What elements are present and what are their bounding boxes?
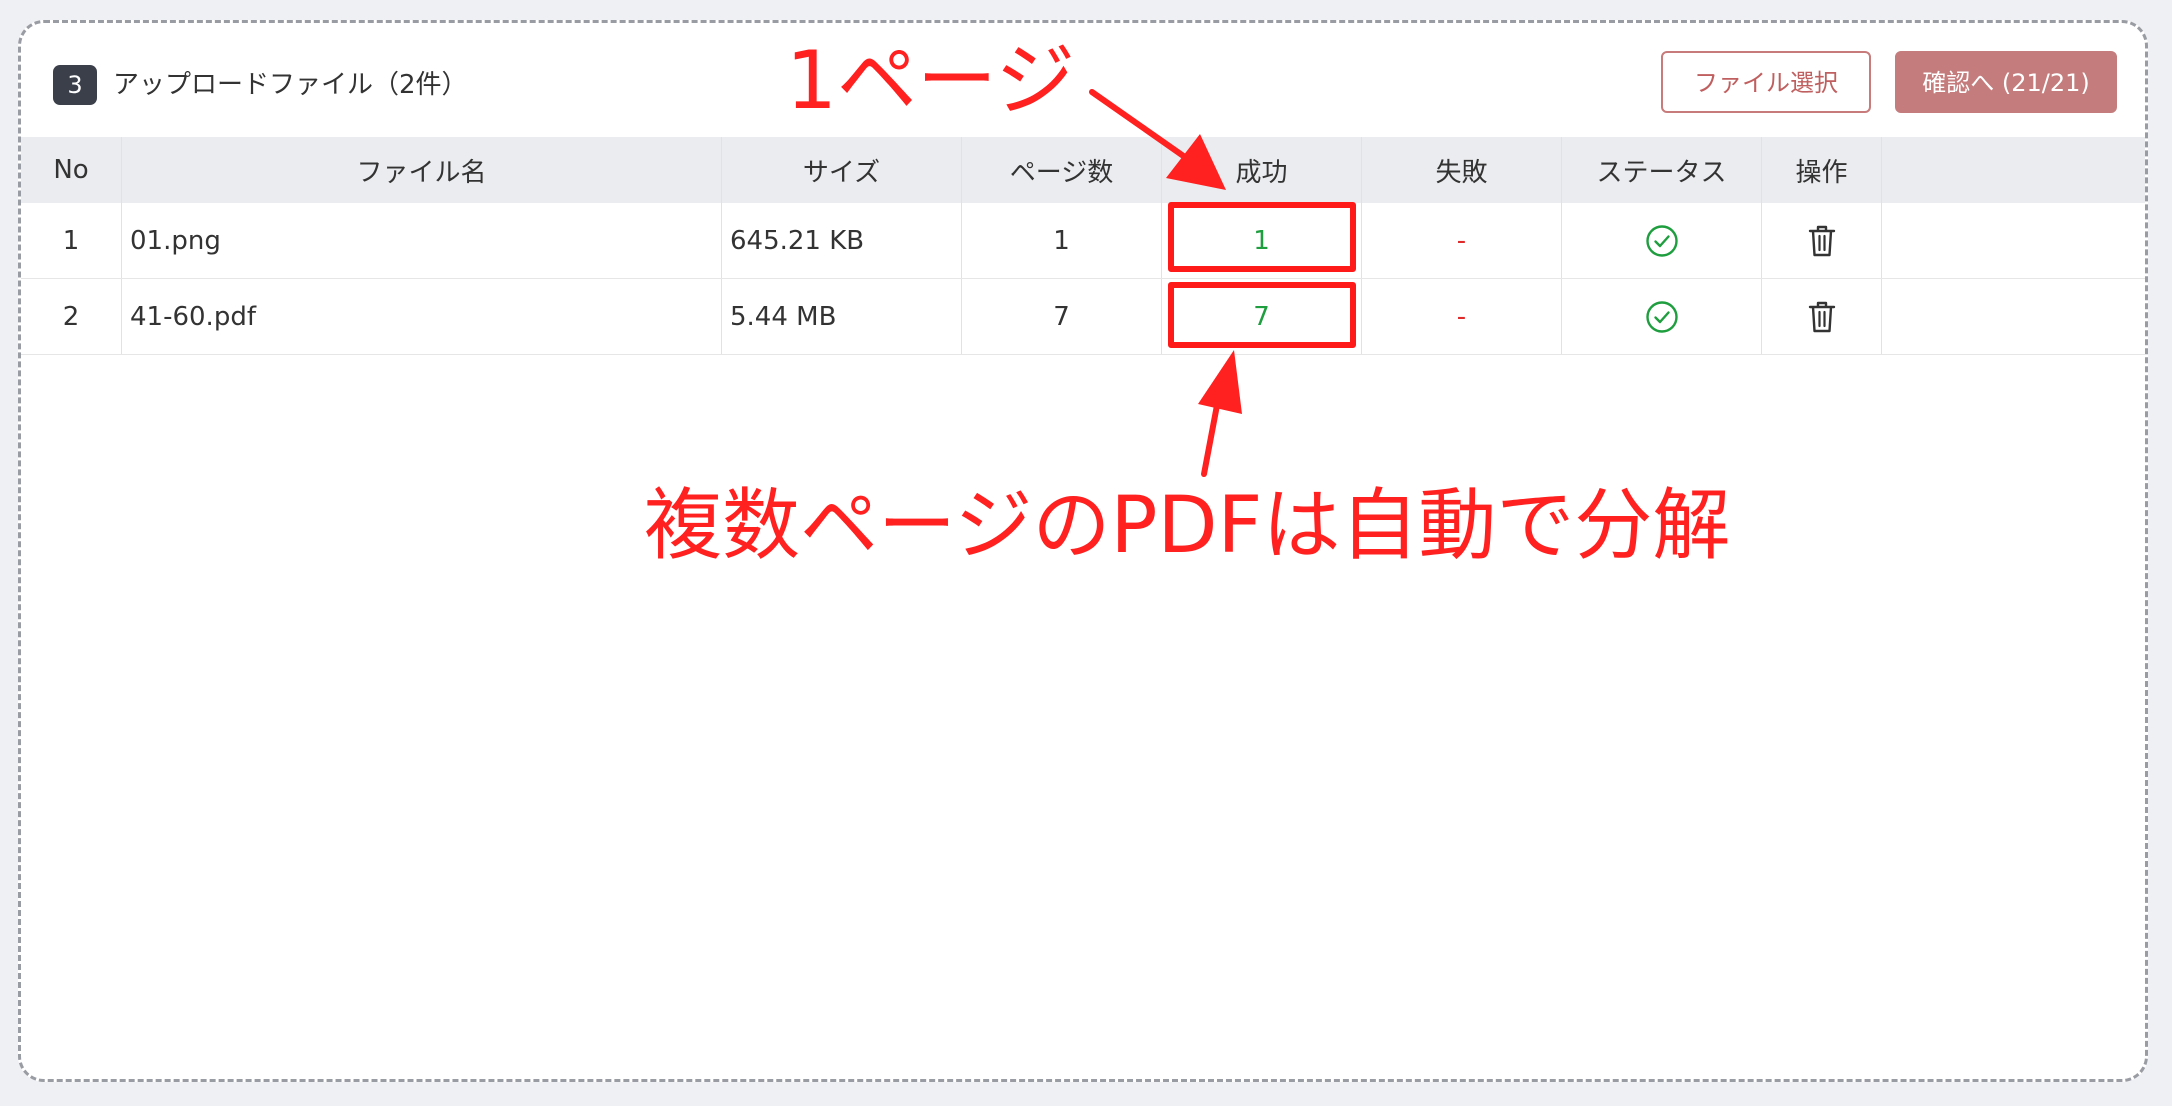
arrow-head-top (1166, 134, 1226, 190)
arrow-head-bottom (1198, 350, 1242, 414)
annotation-arrows (1089, 89, 1242, 477)
